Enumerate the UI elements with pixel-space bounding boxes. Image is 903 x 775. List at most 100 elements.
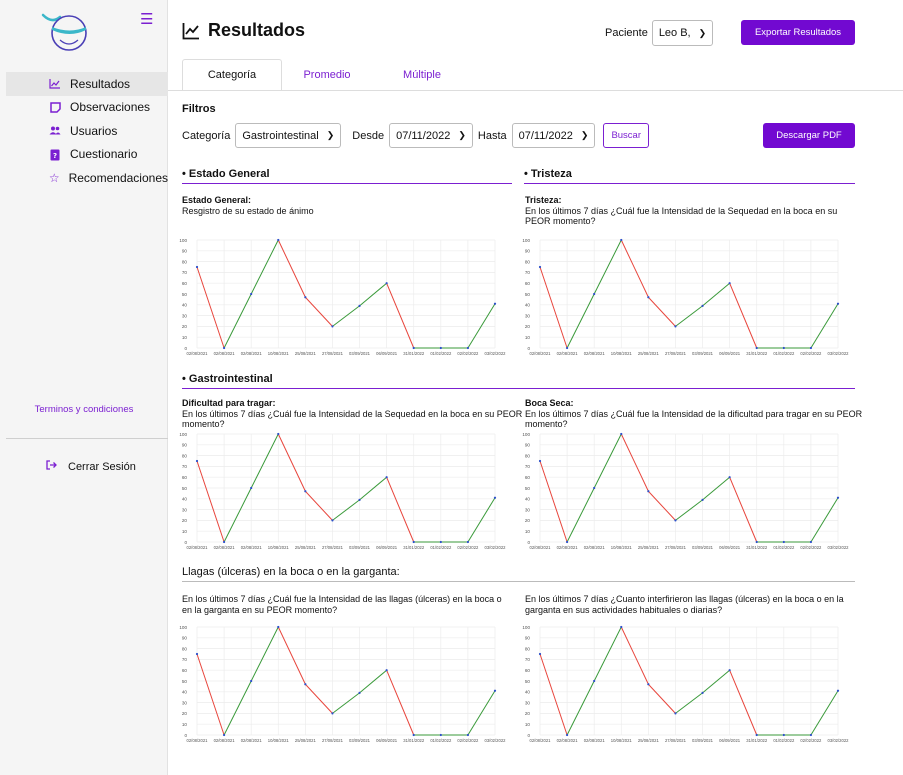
data-point <box>250 486 253 490</box>
line-chart-llagas-intensidad: 010203040506070809010002/08/2021 02/08/20… <box>179 625 506 743</box>
x-tick-label: 02/08/2021 <box>584 545 606 550</box>
x-tick-label: 25/08/2021 <box>638 545 660 550</box>
clipboard-question-icon: ? <box>46 148 64 161</box>
y-tick-label: 20 <box>525 518 531 523</box>
x-tick-label: 02/02/2022 <box>457 351 479 356</box>
x-tick-label: 02/08/2021 <box>241 545 263 550</box>
search-button[interactable]: Buscar <box>603 123 650 148</box>
sidebar-item-label: Observaciones <box>70 100 151 115</box>
logout-button[interactable]: Cerrar Sesión <box>46 460 136 473</box>
data-point <box>493 302 497 305</box>
y-tick-label: 10 <box>182 722 188 727</box>
x-tick-label: 02/08/2021 <box>584 351 606 356</box>
x-tick-label: 02/08/2021 <box>214 351 236 356</box>
x-tick-label: 27/08/2021 <box>665 351 687 356</box>
sidebar-item-resultados[interactable]: Resultados <box>6 72 168 96</box>
x-tick-label: 03/09/2021 <box>692 738 714 743</box>
sidebar-item-recomendaciones[interactable]: ☆ Recomendaciones <box>6 166 168 190</box>
series-segment <box>702 476 730 501</box>
data-point <box>565 346 569 350</box>
x-tick-label: 02/08/2021 <box>557 545 579 550</box>
series-segment <box>304 683 333 714</box>
tab-multiple[interactable]: Múltiple <box>372 59 472 91</box>
sidebar-item-usuarios[interactable]: Usuarios <box>6 119 168 143</box>
menu-toggle-icon[interactable]: ☰ <box>140 12 153 27</box>
x-tick-label: 01/02/2022 <box>773 351 795 356</box>
series-segment <box>810 497 839 543</box>
x-tick-label: 03/02/2022 <box>828 351 850 356</box>
y-tick-label: 50 <box>525 292 531 297</box>
series-segment <box>620 626 649 685</box>
series-segment <box>467 690 496 736</box>
data-point <box>222 346 226 350</box>
data-point <box>466 733 470 737</box>
line-chart-llagas-interferencia: 010203040506070809010002/08/2021 02/08/20… <box>522 625 849 743</box>
data-point <box>809 733 813 737</box>
to-date-select[interactable]: 07/11/2022 ❯ <box>511 123 596 148</box>
x-tick-label: 01/02/2022 <box>773 738 795 743</box>
data-point <box>195 265 199 269</box>
data-point <box>728 476 731 479</box>
series-segment <box>566 680 595 736</box>
series-segment <box>359 476 387 501</box>
data-point <box>493 689 497 692</box>
download-pdf-button[interactable]: Descargar PDF <box>763 123 855 148</box>
x-tick-label: 31/01/2022 <box>746 738 768 743</box>
category-select[interactable]: Gastrointestinal ❯ <box>235 123 342 148</box>
data-point <box>304 490 307 493</box>
series-segment <box>539 460 568 543</box>
x-tick-label: 27/08/2021 <box>322 351 344 356</box>
x-tick-label: 10/08/2021 <box>268 351 290 356</box>
filters-bar: Categoría Gastrointestinal ❯ Desde 07/11… <box>182 123 650 148</box>
data-point <box>782 540 785 544</box>
data-point <box>674 325 677 328</box>
x-tick-label: 01/02/2022 <box>430 545 452 550</box>
chart-title-tristeza: Tristeza: En los últimos 7 días ¿Cuál fu… <box>525 195 865 227</box>
sidebar-item-observaciones[interactable]: Observaciones <box>6 96 168 120</box>
y-tick-label: 90 <box>182 636 188 641</box>
from-date-value: 07/11/2022 <box>396 129 451 142</box>
y-tick-label: 90 <box>525 443 531 448</box>
series-segment <box>332 692 360 714</box>
from-date-select[interactable]: 07/11/2022 ❯ <box>389 123 473 148</box>
x-tick-label: 01/02/2022 <box>773 545 795 550</box>
data-point <box>538 459 542 463</box>
data-point <box>331 325 334 328</box>
x-tick-label: 31/01/2022 <box>403 738 425 743</box>
to-label: Hasta <box>477 129 507 142</box>
terms-link[interactable]: Terminos y condiciones <box>0 404 168 415</box>
tab-categoria[interactable]: Categoría <box>182 59 282 91</box>
data-point <box>647 296 650 299</box>
data-point <box>593 486 596 490</box>
data-point <box>809 346 813 350</box>
series-segment <box>223 293 252 349</box>
data-point <box>565 540 569 544</box>
data-point <box>782 346 785 350</box>
series-segment <box>566 293 595 349</box>
sidebar-item-cuestionario[interactable]: ? Cuestionario <box>6 143 168 167</box>
from-label: Desde <box>352 129 385 142</box>
y-tick-label: 80 <box>182 259 188 264</box>
y-tick-label: 60 <box>525 475 531 480</box>
chart-title-bold: Boca Seca: <box>525 398 574 408</box>
data-point <box>701 691 704 694</box>
data-point <box>538 652 542 656</box>
sidebar-item-label: Recomendaciones <box>68 170 168 185</box>
x-tick-label: 02/08/2021 <box>187 545 209 550</box>
x-tick-label: 27/08/2021 <box>322 738 344 743</box>
chart-subtitle: En los últimos 7 días ¿Cuanto interfirie… <box>525 594 844 615</box>
y-tick-label: 60 <box>525 668 531 673</box>
x-tick-label: 31/01/2022 <box>746 545 768 550</box>
series-segment <box>593 626 622 682</box>
series-segment <box>277 433 306 492</box>
tab-promedio[interactable]: Promedio <box>282 59 372 91</box>
y-tick-label: 100 <box>179 625 187 630</box>
data-point <box>647 683 650 686</box>
series-segment <box>223 487 252 543</box>
chevron-down-icon: ❯ <box>698 27 707 38</box>
chevron-down-icon: ❯ <box>326 130 335 140</box>
patient-select[interactable]: Leo B, ❯ <box>651 20 714 46</box>
y-tick-label: 90 <box>525 249 531 254</box>
x-tick-label: 02/08/2021 <box>530 738 552 743</box>
export-results-button[interactable]: Exportar Resultados <box>741 20 855 45</box>
